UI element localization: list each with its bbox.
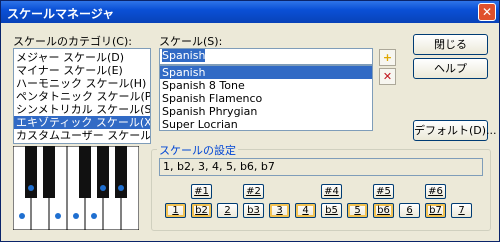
- degree-label: b2: [195, 205, 208, 216]
- scale-item[interactable]: Super Locrian: [160, 118, 372, 130]
- add-icon: +: [382, 51, 393, 64]
- degree-button[interactable]: b7: [425, 203, 446, 218]
- degree-sharp6-button[interactable]: #6: [425, 184, 446, 199]
- category-list[interactable]: メジャー スケール(D) マイナー スケール(E) ハーモニック スケール(H) ペン…: [13, 48, 151, 144]
- degree-sharp5-button[interactable]: #5: [373, 184, 394, 199]
- delete-scale-button[interactable]: ✕: [379, 68, 396, 85]
- degree-button[interactable]: 2: [217, 203, 238, 218]
- scale-item[interactable]: Spanish 8 Tone: [160, 79, 372, 92]
- degree-label: b6: [377, 205, 390, 216]
- help-button[interactable]: ヘルプ: [413, 58, 488, 79]
- scale-list[interactable]: Spanish Spanish 8 Tone Spanish Flamenco Spa…: [159, 65, 373, 131]
- delete-icon: ✕: [382, 70, 393, 83]
- category-item[interactable]: ペンタトニック スケール(P): [14, 90, 150, 103]
- category-item[interactable]: シンメトリカル スケール(S): [14, 103, 150, 116]
- scale-item[interactable]: Spanish Flamenco: [160, 92, 372, 105]
- degree-sharp1-button[interactable]: #1: [191, 184, 212, 199]
- degree-button[interactable]: 5: [347, 203, 368, 218]
- degree-sharp1-label: #1: [194, 186, 209, 197]
- scale-name-value: Spanish: [162, 49, 206, 62]
- scale-item[interactable]: Spanish: [160, 66, 372, 79]
- scale-settings-label: スケールの設定: [157, 142, 238, 158]
- degree-sharp2-label: #2: [246, 186, 261, 197]
- title-bar[interactable]: スケールマネージャ ✕: [1, 1, 499, 23]
- degree-button[interactable]: b3: [243, 203, 264, 218]
- degree-label: 5: [354, 205, 361, 216]
- category-item[interactable]: ハーモニック スケール(H): [14, 77, 150, 90]
- degree-sharp4-label: #4: [324, 186, 339, 197]
- degree-label: 3: [276, 205, 283, 216]
- piano-keyboard: [13, 146, 139, 230]
- degree-button[interactable]: 7: [451, 203, 472, 218]
- close-window-button[interactable]: ✕: [478, 3, 496, 21]
- category-item[interactable]: メジャー スケール(D): [14, 51, 150, 64]
- add-scale-button[interactable]: +: [379, 49, 396, 66]
- degree-sharp6-label: #6: [428, 186, 443, 197]
- degree-sharp2-button[interactable]: #2: [243, 184, 264, 199]
- degree-button[interactable]: b5: [321, 203, 342, 218]
- category-item[interactable]: カスタムユーザー スケール(U): [14, 129, 150, 142]
- category-item[interactable]: マイナー スケール(E): [14, 64, 150, 77]
- degree-label: b3: [247, 205, 260, 216]
- degree-label: 2: [224, 205, 231, 216]
- degree-button[interactable]: b2: [191, 203, 212, 218]
- degree-label: 7: [458, 205, 465, 216]
- degree-sharp4-button[interactable]: #4: [321, 184, 342, 199]
- degree-label: b7: [429, 205, 442, 216]
- degree-label: 1: [172, 205, 179, 216]
- close-icon: ✕: [481, 5, 493, 19]
- degree-label: 6: [406, 205, 413, 216]
- degree-sharp5-label: #5: [376, 186, 391, 197]
- category-label: スケールのカテゴリ(C):: [13, 35, 132, 48]
- scale-formula-display: 1, b2, 3, 4, 5, b6, b7: [159, 158, 483, 176]
- scale-manager-window: スケールマネージャ ✕ スケールのカテゴリ(C): メジャー スケール(D) マイ…: [0, 0, 500, 242]
- category-item[interactable]: エキゾティック スケール(X): [14, 116, 150, 129]
- degree-label: 4: [302, 205, 309, 216]
- degree-label: b5: [325, 205, 338, 216]
- degree-button[interactable]: 4: [295, 203, 316, 218]
- degree-button[interactable]: 6: [399, 203, 420, 218]
- scale-name-input[interactable]: Spanish: [159, 48, 373, 65]
- window-title: スケールマネージャ: [7, 7, 115, 21]
- close-button[interactable]: 閉じる: [413, 34, 488, 55]
- degree-button[interactable]: b6: [373, 203, 394, 218]
- degree-button[interactable]: 3: [269, 203, 290, 218]
- scale-label: スケール(S):: [159, 35, 223, 48]
- degree-button[interactable]: 1: [165, 203, 186, 218]
- default-button[interactable]: デフォルト(D)...: [413, 120, 497, 141]
- scale-item[interactable]: Spanish Phrygian: [160, 105, 372, 118]
